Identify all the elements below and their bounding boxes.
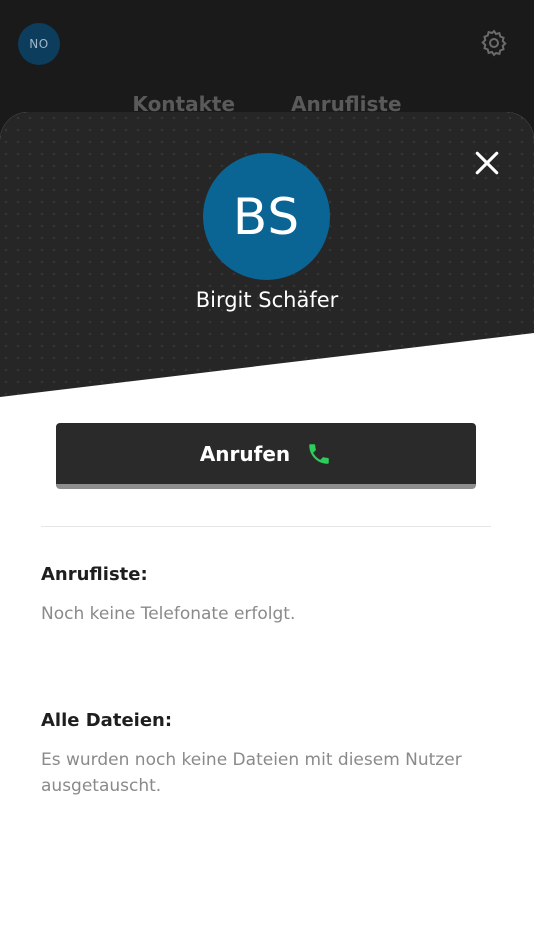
call-button-label: Anrufen [199, 441, 291, 466]
files-title: Alle Dateien: [41, 710, 173, 731]
close-button[interactable] [468, 144, 506, 182]
contact-avatar: BS [203, 153, 330, 280]
contact-avatar-initials: BS [232, 187, 301, 246]
files-empty-text: Es wurden noch keine Dateien mit diesem … [41, 750, 462, 796]
gear-icon[interactable] [476, 25, 512, 61]
call-history-title: Anrufliste: [41, 564, 148, 585]
close-icon [475, 151, 499, 175]
contact-detail-sheet: BS Birgit Schäfer Anrufen Anrufliste: No… [0, 112, 534, 950]
user-avatar[interactable]: NO [18, 23, 60, 65]
divider [41, 526, 491, 527]
call-history-empty-text: Noch keine Telefonate erfolgt. [41, 604, 296, 624]
contact-name: Birgit Schäfer [195, 288, 339, 312]
phone-icon [306, 441, 332, 467]
user-avatar-initials: NO [29, 37, 49, 51]
call-button[interactable]: Anrufen [56, 423, 476, 489]
